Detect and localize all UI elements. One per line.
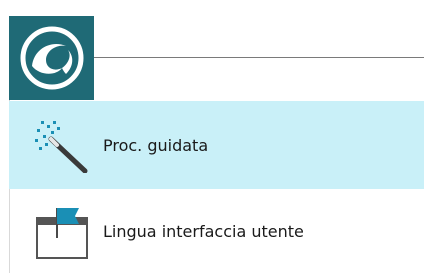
- menu-item-wizard[interactable]: Proc. guidata: [9, 101, 424, 189]
- menu-item-label: Lingua interfaccia utente: [103, 222, 304, 241]
- app-menu-screen: Proc. guidata Lingua interfaccia utente: [0, 0, 424, 273]
- app-menu-button[interactable]: [9, 16, 94, 100]
- menu-top-divider: [94, 57, 424, 58]
- menu-item-interface-language[interactable]: Lingua interfaccia utente: [9, 190, 424, 273]
- menu-item-label: Proc. guidata: [103, 135, 209, 155]
- magic-wand-icon: [35, 121, 88, 173]
- language-flag-window-icon: [36, 208, 88, 259]
- wave-logo-icon: [20, 26, 83, 90]
